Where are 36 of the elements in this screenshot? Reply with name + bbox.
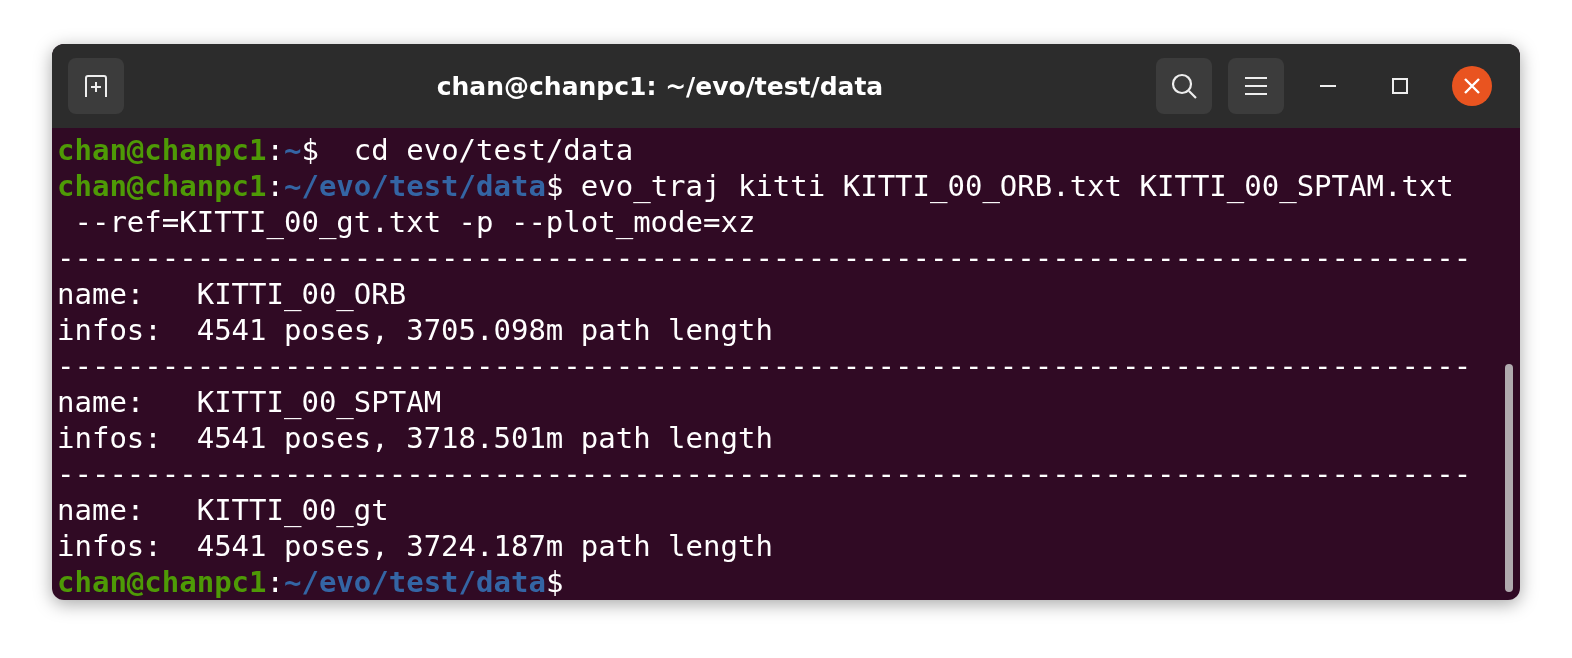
command-text: cd evo/test/data xyxy=(352,132,634,168)
dashed-rule: --------------------------------------------------------------------------------- xyxy=(57,240,1472,276)
prompt-separator: : xyxy=(266,132,284,168)
prompt-user: chan@chanpc1 xyxy=(57,168,267,204)
minimize-icon xyxy=(1320,84,1336,88)
output-text: name: KITTI_00_SPTAM xyxy=(57,384,442,420)
output-text: infos: 4541 poses, 3705.098m path length xyxy=(57,312,773,348)
prompt-symbol: $ xyxy=(545,564,564,600)
close-button[interactable] xyxy=(1452,66,1492,106)
output-text: infos: 4541 poses, 3718.501m path length xyxy=(57,420,773,456)
prompt-path: ~/evo/test/data xyxy=(284,564,546,600)
new-tab-icon xyxy=(83,73,109,99)
prompt-separator: : xyxy=(266,564,284,600)
command-text: evo_traj kitti KITTI_00_ORB.txt KITTI_00_SPTAM.txt xyxy=(579,168,1454,204)
output-text: name: KITTI_00_gt xyxy=(57,492,389,528)
prompt-user: chan@chanpc1 xyxy=(57,564,267,600)
search-button[interactable] xyxy=(1156,58,1212,114)
prompt-path: ~ xyxy=(284,132,302,168)
output-text: infos: 4541 poses, 3724.187m path length xyxy=(57,528,773,564)
window-title: chan@chanpc1: ~/evo/test/data xyxy=(435,71,885,101)
maximize-icon xyxy=(1392,78,1408,94)
close-icon xyxy=(1464,78,1480,94)
dashed-rule: --------------------------------------------------------------------------------- xyxy=(57,348,1472,384)
prompt-path: ~/evo/test/data xyxy=(284,168,546,204)
menu-icon xyxy=(1245,76,1267,96)
output-text: --ref=KITTI_00_gt.txt -p --plot_mode=xz xyxy=(73,204,756,240)
prompt-separator: : xyxy=(266,168,284,204)
new-tab-button[interactable] xyxy=(68,58,124,114)
prompt-symbol: $ xyxy=(301,132,319,168)
prompt-symbol: $ xyxy=(545,168,564,204)
menu-button[interactable] xyxy=(1228,58,1284,114)
scrollbar-thumb[interactable] xyxy=(1505,364,1513,592)
search-icon xyxy=(1170,72,1198,100)
output-text: name: KITTI_00_ORB xyxy=(57,276,407,312)
prompt-user: chan@chanpc1 xyxy=(57,132,267,168)
dashed-rule: --------------------------------------------------------------------------------- xyxy=(57,456,1472,492)
